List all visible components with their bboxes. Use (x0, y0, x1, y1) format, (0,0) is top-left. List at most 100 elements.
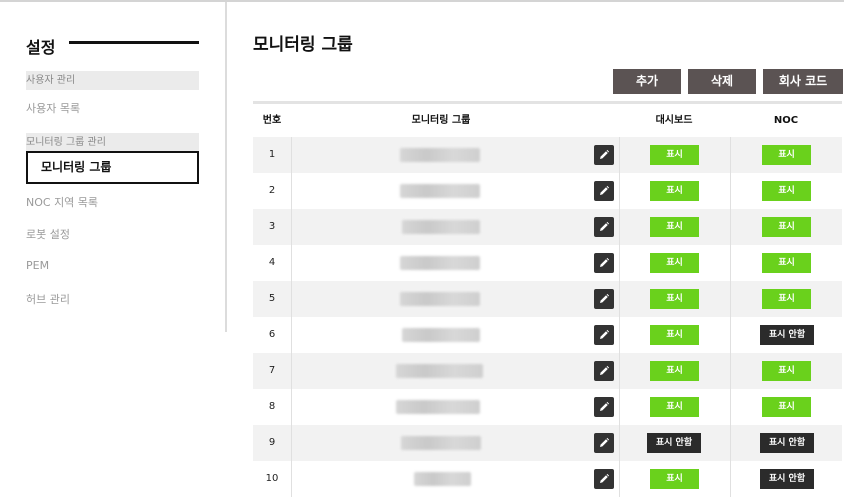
pencil-icon (600, 365, 610, 375)
edit-button[interactable] (594, 145, 614, 165)
row-number: 7 (268, 365, 276, 376)
pencil-icon (600, 437, 610, 447)
noc-toggle-button[interactable]: 표시 (762, 397, 811, 417)
column-divider (619, 353, 620, 389)
noc-toggle-button[interactable]: 표시 (762, 253, 811, 273)
delete-button[interactable]: 삭제 (688, 69, 756, 94)
edit-button[interactable] (594, 469, 614, 489)
column-divider (291, 245, 292, 281)
dashboard-toggle-button[interactable]: 표시 (650, 289, 699, 309)
row-number: 8 (268, 401, 276, 412)
sidebar-item-hub-management[interactable]: 허브 관리 (26, 291, 70, 307)
row-number: 2 (268, 185, 276, 196)
dashboard-toggle-button[interactable]: 표시 (650, 469, 699, 489)
column-divider (291, 209, 292, 245)
column-divider (730, 353, 731, 389)
row-number: 4 (268, 257, 276, 268)
noc-toggle-button[interactable]: 표시 안함 (760, 325, 814, 345)
row-number: 5 (268, 293, 276, 304)
column-divider (291, 389, 292, 425)
column-divider (619, 317, 620, 353)
pencil-icon (600, 185, 610, 195)
noc-toggle-button[interactable]: 표시 (762, 145, 811, 165)
column-divider (291, 353, 292, 389)
column-divider (291, 137, 292, 173)
noc-toggle-button[interactable]: 표시 (762, 181, 811, 201)
edit-button[interactable] (594, 217, 614, 237)
column-divider (730, 317, 731, 353)
sidebar-item-monitoring-group[interactable]: 모니터링 그룹 (26, 151, 199, 184)
sidebar-section-monitoring-group-management: 모니터링 그룹 관리 (26, 133, 199, 152)
table-row: 6 표시 표시 안함 (253, 317, 842, 353)
sidebar-item-pem[interactable]: PEM (26, 259, 49, 272)
column-header-number: 번호 (262, 115, 282, 126)
table-row: 4 표시 표시 (253, 245, 842, 281)
noc-toggle-button[interactable]: 표시 (762, 289, 811, 309)
pencil-icon (600, 221, 610, 231)
pencil-icon (600, 149, 610, 159)
group-name-redacted (400, 184, 480, 198)
sidebar-section-label: 모니터링 그룹 관리 (26, 137, 106, 148)
table-row: 9 표시 안함 표시 안함 (253, 425, 842, 461)
pencil-icon (600, 401, 610, 411)
dashboard-toggle-button[interactable]: 표시 (650, 325, 699, 345)
group-name-redacted (402, 328, 480, 342)
company-code-button[interactable]: 회사 코드 (763, 69, 843, 94)
dashboard-toggle-button[interactable]: 표시 안함 (647, 433, 701, 453)
column-divider (730, 209, 731, 245)
sidebar-item-noc-region-list[interactable]: NOC 지역 목록 (26, 194, 98, 210)
dashboard-toggle-button[interactable]: 표시 (650, 217, 699, 237)
dashboard-toggle-button[interactable]: 표시 (650, 361, 699, 381)
dashboard-toggle-button[interactable]: 표시 (650, 145, 699, 165)
column-divider (730, 173, 731, 209)
column-divider (291, 461, 292, 497)
noc-toggle-button[interactable]: 표시 (762, 217, 811, 237)
column-divider (730, 425, 731, 461)
column-divider (730, 461, 731, 497)
column-divider (730, 245, 731, 281)
dashboard-toggle-button[interactable]: 표시 (650, 181, 699, 201)
column-header-group: 모니터링 그룹 (411, 115, 471, 126)
table-row: 5 표시 표시 (253, 281, 842, 317)
group-name-redacted (401, 436, 481, 450)
column-divider (730, 137, 731, 173)
column-divider (291, 425, 292, 461)
row-number: 1 (268, 149, 276, 160)
edit-button[interactable] (594, 289, 614, 309)
dashboard-toggle-button[interactable]: 표시 (650, 253, 699, 273)
sidebar-item-user-list[interactable]: 사용자 목록 (26, 100, 80, 116)
column-divider (291, 173, 292, 209)
group-name-redacted (400, 148, 480, 162)
column-divider (619, 245, 620, 281)
column-divider (291, 281, 292, 317)
edit-button[interactable] (594, 181, 614, 201)
edit-button[interactable] (594, 397, 614, 417)
noc-toggle-button[interactable]: 표시 안함 (760, 433, 814, 453)
column-divider (619, 173, 620, 209)
noc-toggle-button[interactable]: 표시 안함 (760, 469, 814, 489)
add-button[interactable]: 추가 (613, 69, 681, 94)
row-number: 10 (265, 473, 279, 484)
sidebar-divider (225, 2, 227, 332)
edit-button[interactable] (594, 253, 614, 273)
group-name-redacted (414, 472, 471, 486)
column-divider (619, 137, 620, 173)
table-row: 7 표시 표시 (253, 353, 842, 389)
table-row: 2 표시 표시 (253, 173, 842, 209)
edit-button[interactable] (594, 433, 614, 453)
edit-button[interactable] (594, 325, 614, 345)
page-title: 모니터링 그룹 (253, 35, 353, 55)
column-divider (291, 317, 292, 353)
table-row: 10 표시 표시 안함 (253, 461, 842, 497)
table-row: 3 표시 표시 (253, 209, 842, 245)
table-header: 번호 모니터링 그룹 대시보드 NOC (253, 104, 842, 137)
row-number: 6 (268, 329, 276, 340)
group-name-redacted (396, 400, 480, 414)
edit-button[interactable] (594, 361, 614, 381)
group-name-redacted (396, 364, 483, 378)
column-divider (730, 281, 731, 317)
sidebar-item-robot-settings[interactable]: 로봇 설정 (26, 226, 70, 242)
sidebar-section-label: 사용자 관리 (26, 75, 76, 86)
dashboard-toggle-button[interactable]: 표시 (650, 397, 699, 417)
noc-toggle-button[interactable]: 표시 (762, 361, 811, 381)
